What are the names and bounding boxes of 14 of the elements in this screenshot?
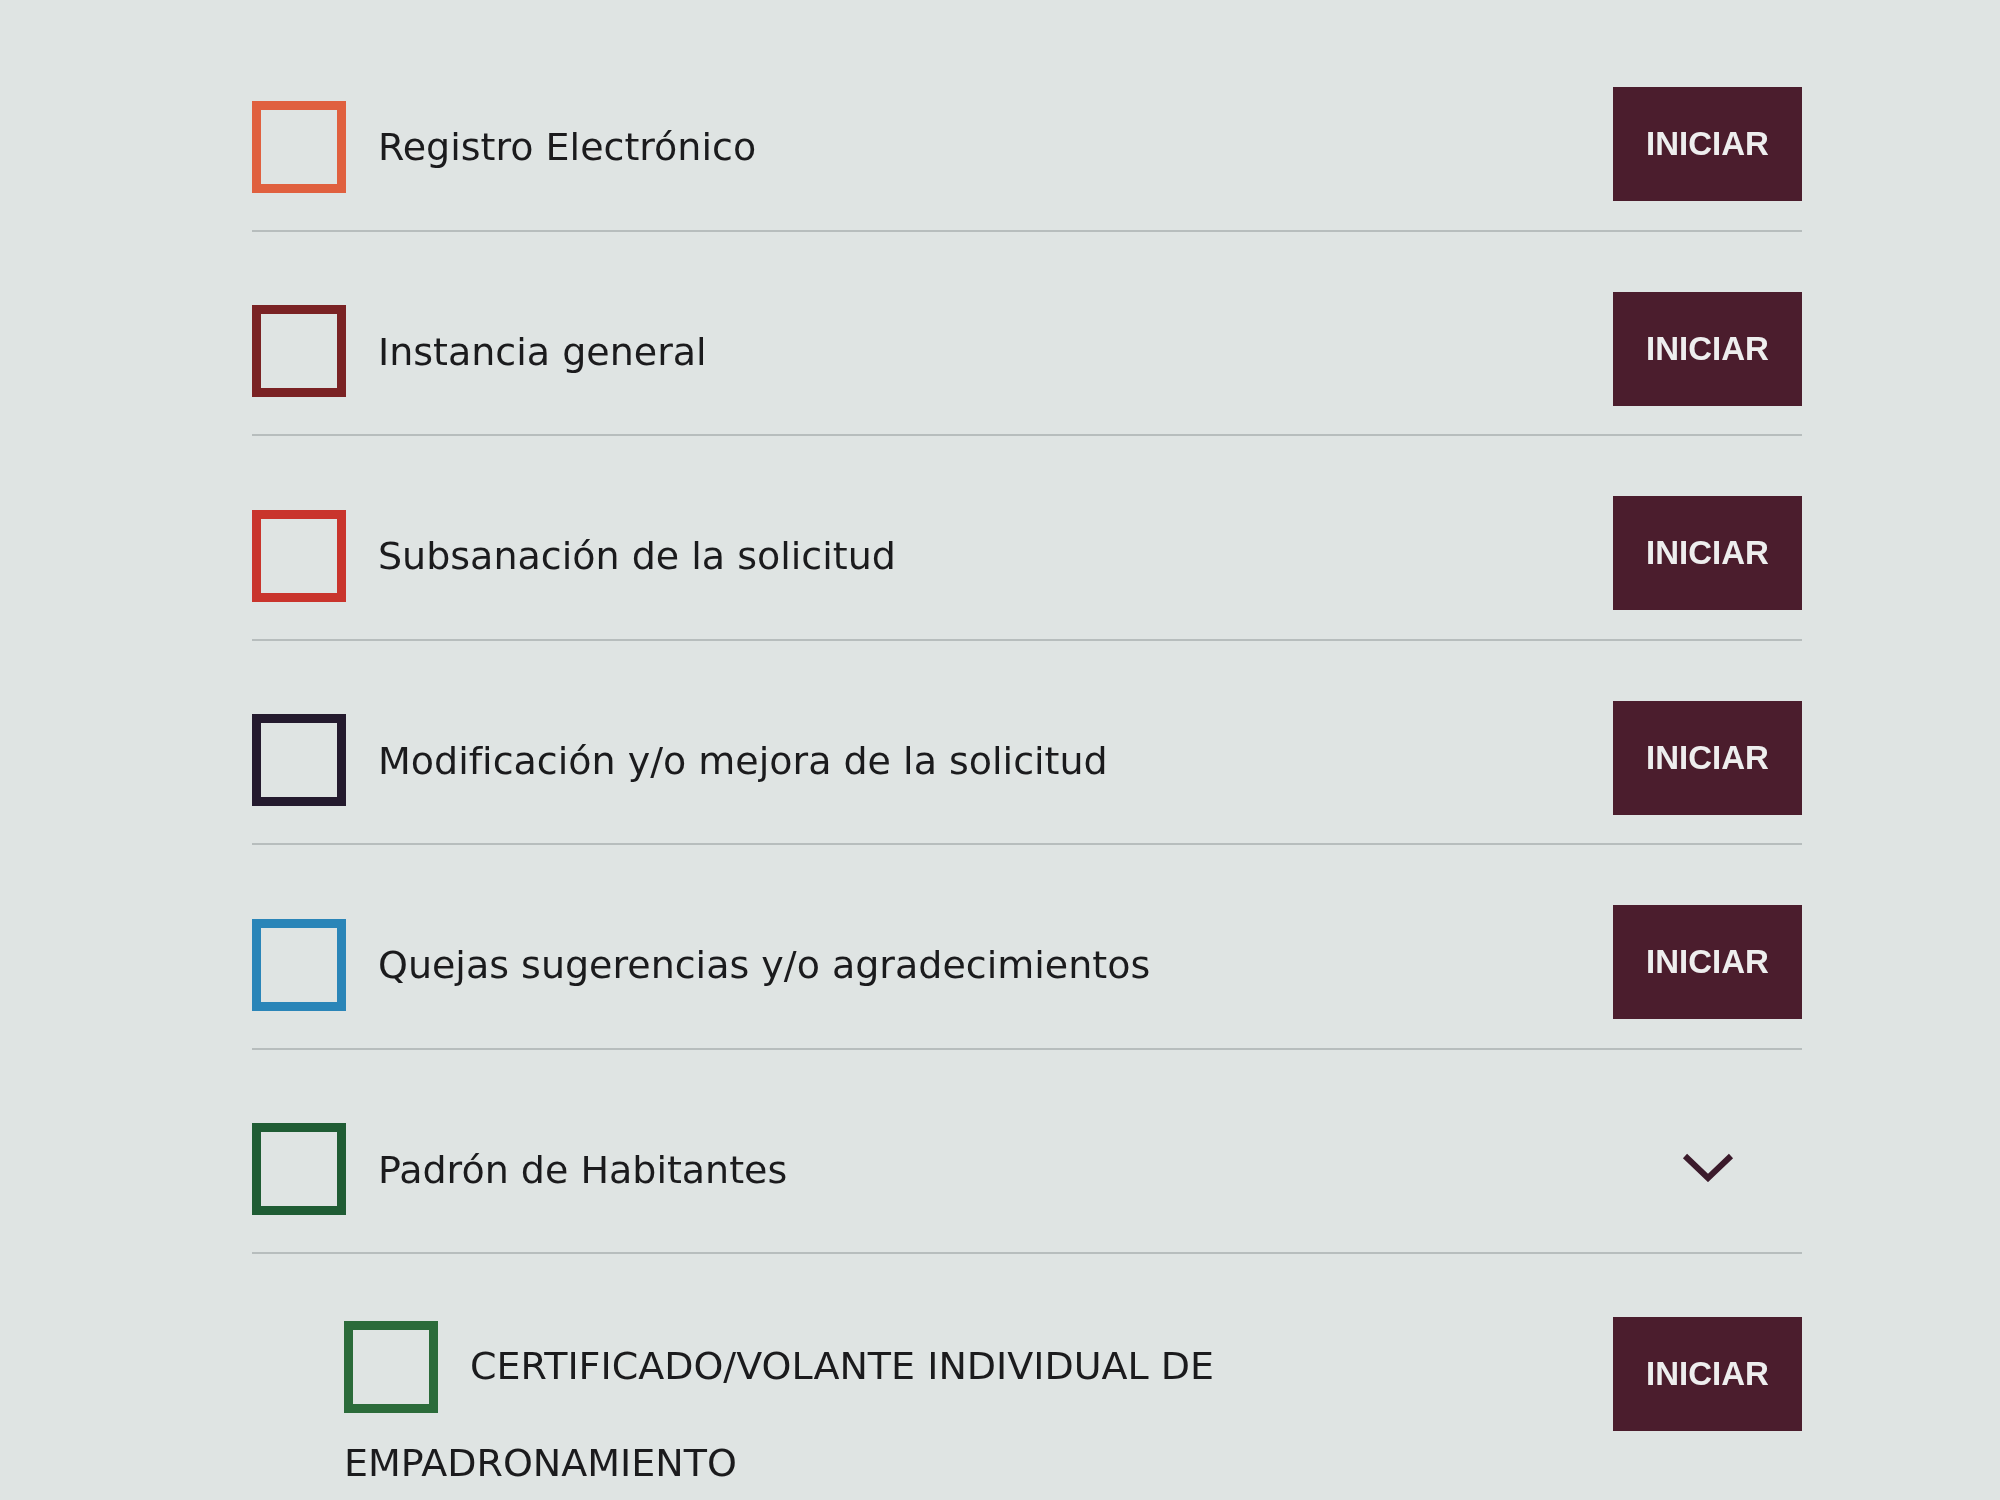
procedure-title: Instancia general — [378, 329, 707, 373]
start-button[interactable]: INICIAR — [1613, 496, 1802, 610]
procedure-title: CERTIFICADO/VOLANTE INDIVIDUAL DE EMPADRONAMIENTO — [344, 1344, 1215, 1485]
start-button[interactable]: INICIAR — [1613, 905, 1802, 1019]
start-button[interactable]: INICIAR — [1613, 1317, 1802, 1431]
procedure-title: Registro Electrónico — [378, 124, 757, 169]
chevron-down-icon[interactable] — [1681, 1151, 1734, 1182]
procedure-title: Modificación y/o mejora de la solicitud — [378, 738, 1108, 782]
procedure-title: Quejas sugerencias y/o agradecimientos — [378, 942, 1151, 987]
procedure-title: Subsanación de la solicitud — [378, 533, 896, 578]
start-button[interactable]: INICIAR — [1613, 87, 1802, 201]
start-button[interactable]: INICIAR — [1613, 291, 1802, 406]
start-button[interactable]: INICIAR — [1613, 700, 1802, 815]
procedure-title: Padrón de Habitantes — [378, 1147, 788, 1191]
